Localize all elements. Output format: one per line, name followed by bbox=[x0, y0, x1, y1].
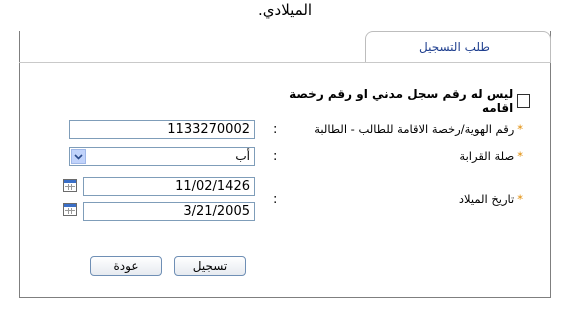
birth-date-colon: : bbox=[273, 192, 278, 207]
relation-label: صلة القرابة bbox=[459, 149, 515, 163]
id-colon: : bbox=[273, 122, 278, 137]
tab-registration-label: طلب التسجيل bbox=[419, 40, 490, 54]
no-id-checkbox-label: ليس له رقم سجل مدني او رقم رخصة اقامه bbox=[289, 87, 514, 115]
relation-colon: : bbox=[273, 149, 278, 164]
id-number-input[interactable]: 1133270002 bbox=[69, 120, 255, 139]
no-id-row: ليس له رقم سجل مدني او رقم رخصة اقامه bbox=[280, 87, 530, 115]
chevron-down-icon[interactable] bbox=[71, 149, 86, 164]
no-id-checkbox[interactable] bbox=[517, 94, 530, 108]
birth-date-label: تاريخ الميلاد bbox=[458, 192, 515, 206]
hijri-date-input[interactable]: 11/02/1426 bbox=[83, 177, 255, 196]
required-mark: * bbox=[517, 122, 523, 136]
required-mark: * bbox=[517, 149, 523, 163]
relation-selected-value: أب bbox=[235, 149, 250, 163]
register-button[interactable]: تسجيل bbox=[174, 256, 246, 276]
hijri-calendar-icon[interactable] bbox=[63, 179, 77, 192]
birth-date-label-wrap: *تاريخ الميلاد bbox=[459, 192, 523, 206]
relation-label-wrap: *صلة القرابة bbox=[459, 149, 523, 163]
gregorian-date-input[interactable]: 3/21/2005 bbox=[83, 202, 255, 221]
back-button[interactable]: عودة bbox=[90, 256, 162, 276]
top-text: الميلادي. bbox=[258, 1, 313, 19]
relation-select[interactable]: أب bbox=[69, 147, 255, 166]
id-field-label: رقم الهوية/رخصة الاقامة للطالب - الطالبة bbox=[314, 122, 515, 136]
id-field-label-wrap: *رقم الهوية/رخصة الاقامة للطالب - الطالب… bbox=[314, 122, 523, 136]
gregorian-calendar-icon[interactable] bbox=[63, 203, 77, 216]
required-mark: * bbox=[517, 192, 523, 206]
panel-divider bbox=[19, 62, 550, 63]
